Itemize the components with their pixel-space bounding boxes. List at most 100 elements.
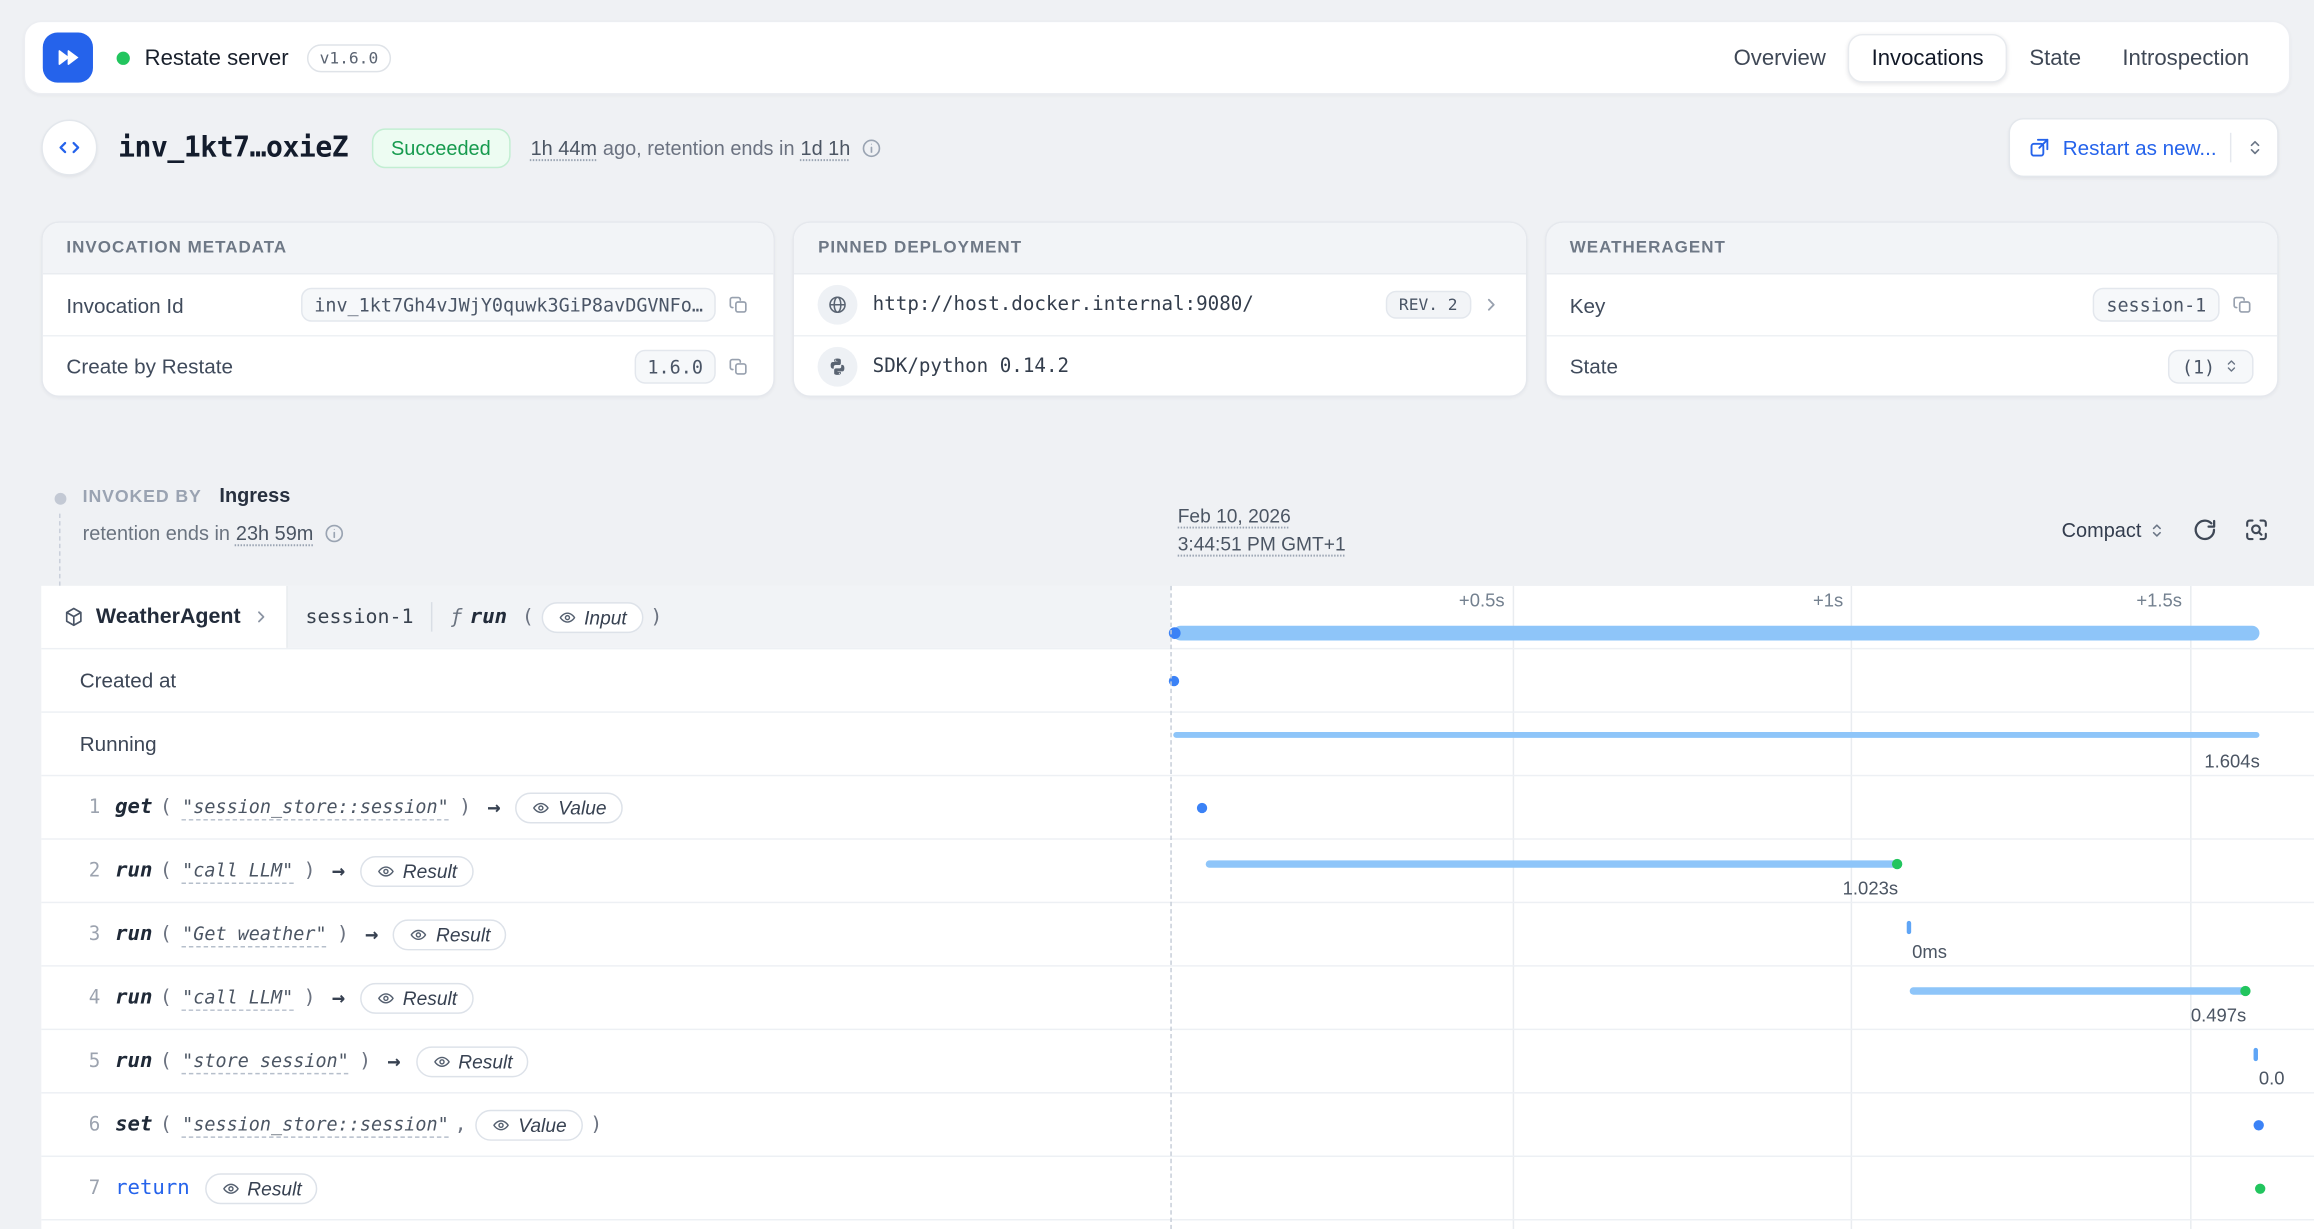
input-pill[interactable]: Input bbox=[541, 601, 643, 632]
service-tab[interactable]: WeatherAgent bbox=[41, 586, 288, 648]
arrow-right-icon: → bbox=[332, 984, 345, 1011]
axis-tick-label: +0.5s bbox=[1459, 590, 1505, 611]
state-expander[interactable]: (1) bbox=[2169, 349, 2254, 383]
chevron-right-icon[interactable] bbox=[1480, 294, 1502, 316]
axis-tick-label: +1s bbox=[1813, 590, 1843, 611]
invoked-by-section: INVOKED BY Ingress retention ends in 23h… bbox=[41, 475, 2278, 586]
entry-index: 4 bbox=[80, 987, 101, 1009]
info-icon[interactable] bbox=[324, 522, 346, 544]
zoom-to-fit-icon[interactable] bbox=[2243, 517, 2270, 544]
invocation-header: inv_1kt7…oxieZ Succeeded 1h 44m ago, ret… bbox=[41, 118, 2278, 177]
entry-arg: "call LLM" bbox=[182, 858, 293, 883]
entry-arg: "Get weather" bbox=[182, 922, 326, 947]
view-mode-select[interactable]: Compact bbox=[2062, 519, 2167, 541]
journal-entry-row: 6 set ( "session_store::session" , Value… bbox=[41, 1094, 2314, 1157]
invocation-retention: 1d 1h bbox=[800, 137, 850, 159]
restart-button-label: Restart as new... bbox=[2063, 136, 2217, 160]
invocation-id-value: inv_1kt7Gh4vJWjY0quwk3GiP8avDGVNFo… bbox=[301, 288, 716, 322]
invocation-id-row: Invocation Id inv_1kt7Gh4vJWjY0quwk3GiP8… bbox=[43, 274, 774, 335]
timeline-tick bbox=[1906, 921, 1910, 934]
copy-icon[interactable] bbox=[2231, 294, 2253, 316]
arrow-right-icon: → bbox=[487, 794, 500, 821]
pill-label: Result bbox=[458, 1050, 512, 1072]
open-paren: ( bbox=[160, 922, 172, 946]
close-paren: ) bbox=[650, 605, 662, 629]
metadata-cards: INVOCATION METADATA Invocation Id inv_1k… bbox=[41, 221, 2278, 397]
restart-as-new-button[interactable]: Restart as new... bbox=[2008, 118, 2278, 177]
entry-index: 6 bbox=[80, 1113, 101, 1135]
result-pill[interactable]: Result bbox=[415, 1046, 528, 1077]
timeline-duration-label: 0.497s bbox=[2191, 1005, 2246, 1026]
result-pill[interactable]: Result bbox=[393, 919, 506, 950]
deployment-sdk-row: SDK/python 0.14.2 bbox=[794, 335, 1525, 396]
timeline-dot bbox=[2253, 1120, 2263, 1130]
tab-divider bbox=[431, 602, 432, 632]
entry-op: run bbox=[115, 986, 152, 1010]
timeline-duration-label: 1.023s bbox=[1843, 878, 1898, 899]
close-paren: ) bbox=[304, 859, 316, 883]
entry-op: set bbox=[115, 1113, 152, 1137]
invoked-by-value: Ingress bbox=[219, 484, 290, 506]
handler-name: run bbox=[470, 605, 507, 629]
pinned-deployment-card: PINNED DEPLOYMENT http://host.docker.int… bbox=[793, 221, 1527, 397]
server-status-dot bbox=[117, 51, 130, 64]
chevron-up-down-icon bbox=[2147, 520, 2166, 539]
result-pill[interactable]: Result bbox=[360, 982, 473, 1013]
created-by-row: Create by Restate 1.6.0 bbox=[43, 335, 774, 396]
pill-label: Result bbox=[403, 860, 457, 882]
invocation-age: 1h 44m bbox=[531, 137, 597, 159]
rail-dashed-line bbox=[59, 514, 60, 586]
timeline-duration-label: 0ms bbox=[1912, 942, 1947, 963]
refresh-icon[interactable] bbox=[2192, 517, 2219, 544]
nav-overview[interactable]: Overview bbox=[1714, 33, 1845, 82]
pill-label: Value bbox=[558, 796, 606, 818]
value-pill[interactable]: Value bbox=[515, 792, 622, 823]
timeline-bar bbox=[1205, 860, 1898, 867]
service-key-tab[interactable]: session-1 bbox=[288, 605, 431, 629]
card-title: PINNED DEPLOYMENT bbox=[794, 223, 1525, 275]
weatheragent-card: WEATHERAGENT Key session-1 State (1) bbox=[1545, 221, 2279, 397]
invocation-metadata-card: INVOCATION METADATA Invocation Id inv_1k… bbox=[41, 221, 775, 397]
row-label: State bbox=[1570, 354, 1618, 378]
nav-invocations[interactable]: Invocations bbox=[1848, 33, 2007, 82]
comma: , bbox=[455, 1113, 467, 1137]
pill-label: Result bbox=[247, 1177, 301, 1199]
invoked-by-label: INVOKED BY bbox=[83, 485, 202, 506]
chevron-up-down-icon[interactable] bbox=[2245, 137, 2266, 158]
copy-icon[interactable] bbox=[728, 294, 750, 316]
version-badge: v1.6.0 bbox=[306, 44, 391, 72]
journal-entry-row: 4 run ( "call LLM" ) → Result 0.497s bbox=[41, 967, 2314, 1030]
open-paren: ( bbox=[160, 859, 172, 883]
value-pill[interactable]: Value bbox=[476, 1109, 583, 1140]
result-pill[interactable]: Result bbox=[360, 855, 473, 886]
entry-op-return: return bbox=[115, 1176, 190, 1200]
chevron-right-icon bbox=[251, 607, 272, 628]
restate-logo[interactable] bbox=[43, 32, 93, 82]
timeline-duration-label: 0.0 bbox=[2259, 1068, 2285, 1089]
service-name: WeatherAgent bbox=[96, 605, 241, 629]
result-pill[interactable]: Result bbox=[205, 1173, 318, 1204]
nav-state[interactable]: State bbox=[2010, 33, 2100, 82]
close-paren: ) bbox=[359, 1049, 371, 1073]
globe-icon bbox=[818, 285, 858, 325]
row-label: Create by Restate bbox=[66, 354, 233, 378]
arrow-right-icon: → bbox=[365, 921, 378, 948]
nav-introspection[interactable]: Introspection bbox=[2103, 33, 2268, 82]
sdk-version: SDK/python 0.14.2 bbox=[873, 355, 1069, 377]
entry-op: get bbox=[115, 795, 152, 819]
retention-prefix: retention ends in bbox=[83, 522, 230, 544]
timeline-dot bbox=[2255, 1184, 2265, 1194]
entry-arg: "session_store::session" bbox=[182, 795, 449, 820]
start-timestamp: Feb 10, 2026 3:44:51 PM GMT+1 bbox=[1178, 502, 1346, 558]
info-icon[interactable] bbox=[861, 137, 883, 159]
start-time: 3:44:51 PM GMT+1 bbox=[1178, 530, 1346, 558]
invocation-meta-text: ago, retention ends in bbox=[603, 137, 795, 159]
deployment-endpoint-row[interactable]: http://host.docker.internal:9080/ REV. 2 bbox=[794, 274, 1525, 335]
invocation-id-title: inv_1kt7…oxieZ bbox=[118, 131, 348, 163]
arrow-right-icon: → bbox=[332, 857, 345, 884]
row-label: Key bbox=[1570, 293, 1606, 317]
service-key-row: Key session-1 bbox=[1546, 274, 2277, 335]
journal-running-row: Running 1.604s bbox=[41, 713, 2314, 776]
copy-icon[interactable] bbox=[728, 355, 750, 377]
service-box-icon bbox=[62, 605, 86, 629]
